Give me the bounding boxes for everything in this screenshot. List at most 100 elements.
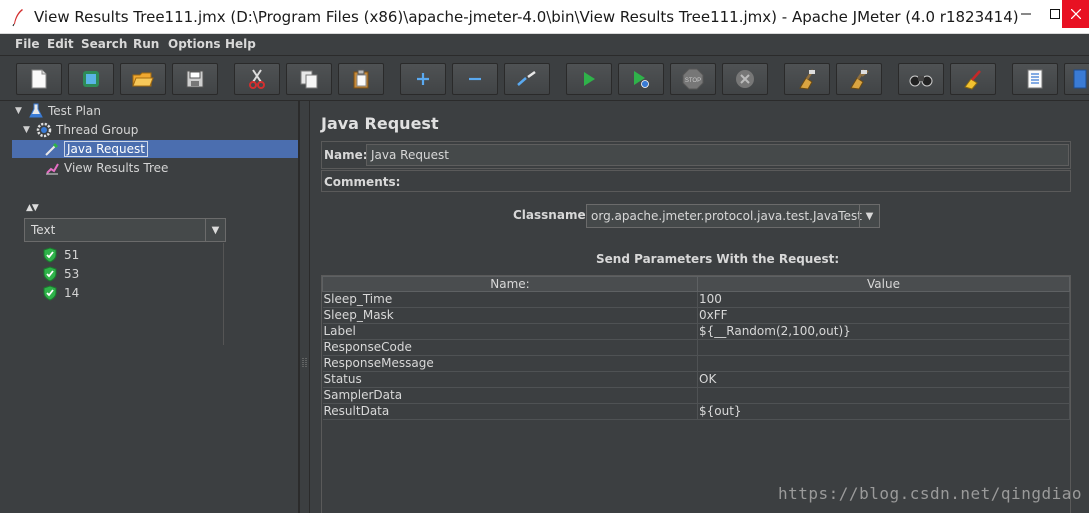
tree-item-label: Test Plan bbox=[48, 103, 101, 118]
play-no-pause-icon bbox=[634, 71, 649, 88]
renderer-select-value: Text bbox=[31, 223, 56, 237]
java-request-panel: Java Request Name: Java Request Comments… bbox=[310, 101, 1089, 513]
menu-search[interactable]: Search bbox=[81, 37, 127, 51]
help-button[interactable] bbox=[1064, 63, 1089, 95]
copy-button[interactable] bbox=[286, 63, 332, 95]
stop-button[interactable]: STOP bbox=[670, 63, 716, 95]
chevron-down-icon[interactable]: ▼ bbox=[859, 205, 879, 227]
tree-item-label: Thread Group bbox=[56, 122, 139, 137]
param-name-cell[interactable]: ResponseCode bbox=[322, 339, 698, 356]
table-row[interactable]: Sleep_Mask 0xFF bbox=[322, 307, 1070, 324]
collapse-all-button[interactable] bbox=[452, 63, 498, 95]
tree-item-view-results-tree[interactable]: View Results Tree bbox=[43, 158, 168, 177]
test-plan-tree: ▼ Test Plan ▼ Thread Group Java Request … bbox=[10, 101, 300, 201]
new-button[interactable] bbox=[16, 63, 62, 95]
param-value-cell[interactable]: 0xFF bbox=[697, 307, 1070, 324]
paste-button[interactable] bbox=[338, 63, 384, 95]
minus-icon bbox=[469, 77, 481, 81]
table-row[interactable]: SamplerData bbox=[322, 387, 1070, 404]
expand-arrow-icon[interactable]: ▼ bbox=[15, 106, 27, 116]
templates-icon bbox=[83, 71, 99, 87]
templates-button[interactable] bbox=[68, 63, 114, 95]
param-value-cell[interactable]: OK bbox=[697, 371, 1070, 388]
table-row[interactable]: Label ${__Random(2,100,out)} bbox=[322, 323, 1070, 340]
param-value-cell[interactable] bbox=[697, 339, 1070, 356]
search-button[interactable] bbox=[898, 63, 944, 95]
close-icon bbox=[1070, 9, 1081, 19]
open-button[interactable] bbox=[120, 63, 166, 95]
clear-all-button[interactable] bbox=[836, 63, 882, 95]
help-book-icon bbox=[1073, 69, 1087, 89]
param-value-cell[interactable]: 100 bbox=[697, 291, 1070, 308]
chevron-down-icon[interactable]: ▼ bbox=[205, 219, 225, 241]
result-item[interactable]: 14 bbox=[42, 283, 79, 302]
classname-select-value: org.apache.jmeter.protocol.java.test.Jav… bbox=[591, 209, 862, 223]
expand-all-button[interactable] bbox=[400, 63, 446, 95]
binoculars-icon bbox=[909, 75, 933, 87]
jmeter-feather-icon bbox=[12, 9, 23, 27]
param-value-cell[interactable]: ${out} bbox=[697, 403, 1070, 420]
split-pane-divider[interactable] bbox=[299, 101, 310, 513]
result-label: 14 bbox=[64, 285, 80, 300]
column-header-value[interactable]: Value bbox=[697, 276, 1070, 292]
minimize-button[interactable] bbox=[1012, 0, 1040, 28]
toggle-button[interactable] bbox=[504, 63, 550, 95]
param-value-cell[interactable] bbox=[697, 355, 1070, 372]
panel-title: Java Request bbox=[321, 114, 439, 133]
menu-file[interactable]: File bbox=[15, 37, 40, 51]
table-row[interactable]: Status OK bbox=[322, 371, 1070, 388]
table-row[interactable]: ResponseCode bbox=[322, 339, 1070, 356]
column-header-name[interactable]: Name: bbox=[322, 276, 698, 292]
paste-icon bbox=[353, 69, 369, 89]
drag-handle-icon bbox=[302, 358, 307, 368]
start-button[interactable] bbox=[566, 63, 612, 95]
comments-row[interactable]: Comments: bbox=[321, 170, 1071, 192]
menu-help[interactable]: Help bbox=[225, 37, 256, 51]
stop-icon: STOP bbox=[682, 68, 704, 90]
params-table: Name: Value Sleep_Time 100 Sleep_Mask 0xFF… bbox=[322, 276, 1070, 420]
params-title: Send Parameters With the Request: bbox=[596, 252, 840, 266]
param-name-cell[interactable]: Sleep_Time bbox=[322, 291, 698, 308]
save-button[interactable] bbox=[172, 63, 218, 95]
table-row[interactable]: ResponseMessage bbox=[322, 355, 1070, 372]
param-name-cell[interactable]: Status bbox=[322, 371, 698, 388]
param-name-cell[interactable]: ResponseMessage bbox=[322, 355, 698, 372]
result-label: 53 bbox=[64, 266, 80, 281]
start-no-pauses-button[interactable] bbox=[618, 63, 664, 95]
renderer-select[interactable]: Text ▼ bbox=[24, 218, 226, 242]
table-row[interactable]: Sleep_Time 100 bbox=[322, 291, 1070, 308]
name-input[interactable]: Java Request bbox=[366, 144, 1069, 166]
param-name-cell[interactable]: SamplerData bbox=[322, 387, 698, 404]
split-arrows-icon[interactable]: ▲▼ bbox=[26, 203, 39, 213]
menu-options[interactable]: Options bbox=[168, 37, 221, 51]
expand-arrow-icon[interactable]: ▼ bbox=[23, 125, 35, 135]
clear-button[interactable] bbox=[784, 63, 830, 95]
param-value-cell[interactable] bbox=[697, 387, 1070, 404]
tree-item-java-request[interactable]: Java Request bbox=[43, 139, 148, 158]
result-item[interactable]: 51 bbox=[42, 245, 79, 264]
result-item[interactable]: 53 bbox=[42, 264, 79, 283]
param-name-cell[interactable]: ResultData bbox=[322, 403, 698, 420]
close-button[interactable] bbox=[1062, 0, 1089, 28]
reset-search-button[interactable] bbox=[950, 63, 996, 95]
cut-button[interactable] bbox=[234, 63, 280, 95]
tree-item-label: Java Request bbox=[64, 140, 148, 157]
chart-icon bbox=[43, 160, 61, 176]
scissors-icon bbox=[249, 69, 265, 89]
broom-clear-all-icon bbox=[850, 69, 869, 90]
menu-run[interactable]: Run bbox=[133, 37, 159, 51]
toggle-wand-icon bbox=[517, 70, 536, 86]
menu-bar: File Edit Search Run Options Help bbox=[0, 34, 1089, 55]
function-helper-button[interactable] bbox=[1012, 63, 1058, 95]
play-icon bbox=[584, 72, 595, 86]
classname-select[interactable]: org.apache.jmeter.protocol.java.test.Jav… bbox=[586, 204, 880, 228]
param-name-cell[interactable]: Sleep_Mask bbox=[322, 307, 698, 324]
svg-text:STOP: STOP bbox=[685, 78, 701, 84]
param-value-cell[interactable]: ${__Random(2,100,out)} bbox=[697, 323, 1070, 340]
tree-item-test-plan[interactable]: ▼ Test Plan bbox=[15, 101, 101, 120]
table-row[interactable]: ResultData ${out} bbox=[322, 403, 1070, 420]
menu-edit[interactable]: Edit bbox=[47, 37, 74, 51]
shutdown-button[interactable] bbox=[722, 63, 768, 95]
tree-item-thread-group[interactable]: ▼ Thread Group bbox=[23, 120, 138, 139]
param-name-cell[interactable]: Label bbox=[322, 323, 698, 340]
